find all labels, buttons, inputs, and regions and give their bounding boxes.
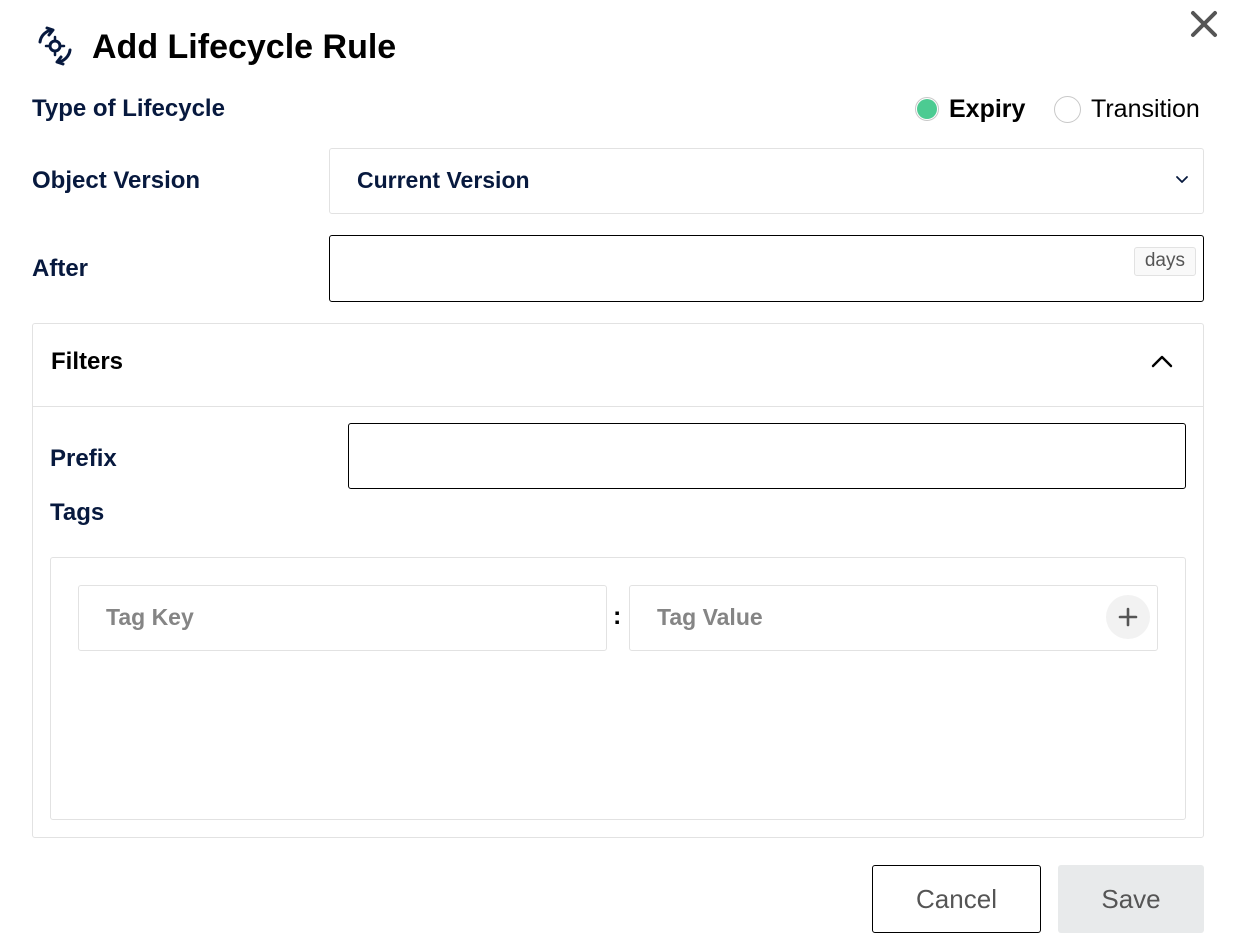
radio-transition-indicator[interactable] <box>1054 95 1081 123</box>
tag-value-placeholder: Tag Value <box>657 604 763 630</box>
add-tag-button[interactable] <box>1106 595 1150 639</box>
close-button[interactable] <box>1186 6 1222 42</box>
lifecycle-icon <box>34 24 76 68</box>
object-version-value: Current Version <box>357 167 530 193</box>
after-label: After <box>32 255 89 282</box>
after-days-input[interactable]: days <box>329 235 1204 302</box>
lifecycle-type-label: Type of Lifecycle <box>32 95 225 122</box>
object-version-label: Object Version <box>32 167 201 194</box>
radio-expiry-indicator[interactable] <box>915 97 939 121</box>
radio-transition[interactable]: Transition <box>1054 92 1200 126</box>
radio-expiry[interactable]: Expiry <box>915 92 1025 126</box>
chevron-up-icon <box>1151 355 1173 368</box>
tags-label: Tags <box>50 499 105 526</box>
chevron-down-icon <box>1176 176 1188 183</box>
tag-key-input[interactable]: Tag Key <box>78 585 607 651</box>
cancel-button[interactable]: Cancel <box>872 865 1041 933</box>
close-icon <box>1191 11 1217 37</box>
tag-separator: : <box>613 602 622 630</box>
radio-expiry-label: Expiry <box>949 94 1026 123</box>
dialog-title: Add Lifecycle Rule <box>92 28 397 66</box>
prefix-input[interactable] <box>348 423 1186 489</box>
radio-transition-label: Transition <box>1091 94 1200 123</box>
filters-title: Filters <box>51 348 124 375</box>
save-button[interactable]: Save <box>1058 865 1204 933</box>
plus-icon <box>1118 607 1138 627</box>
tag-key-placeholder: Tag Key <box>106 604 194 630</box>
tag-value-input[interactable]: Tag Value <box>629 585 1158 651</box>
filters-toggle[interactable]: Filters <box>33 324 1203 407</box>
days-unit-badge: days <box>1133 247 1196 276</box>
prefix-label: Prefix <box>50 445 117 472</box>
object-version-select[interactable]: Current Version <box>329 148 1204 214</box>
